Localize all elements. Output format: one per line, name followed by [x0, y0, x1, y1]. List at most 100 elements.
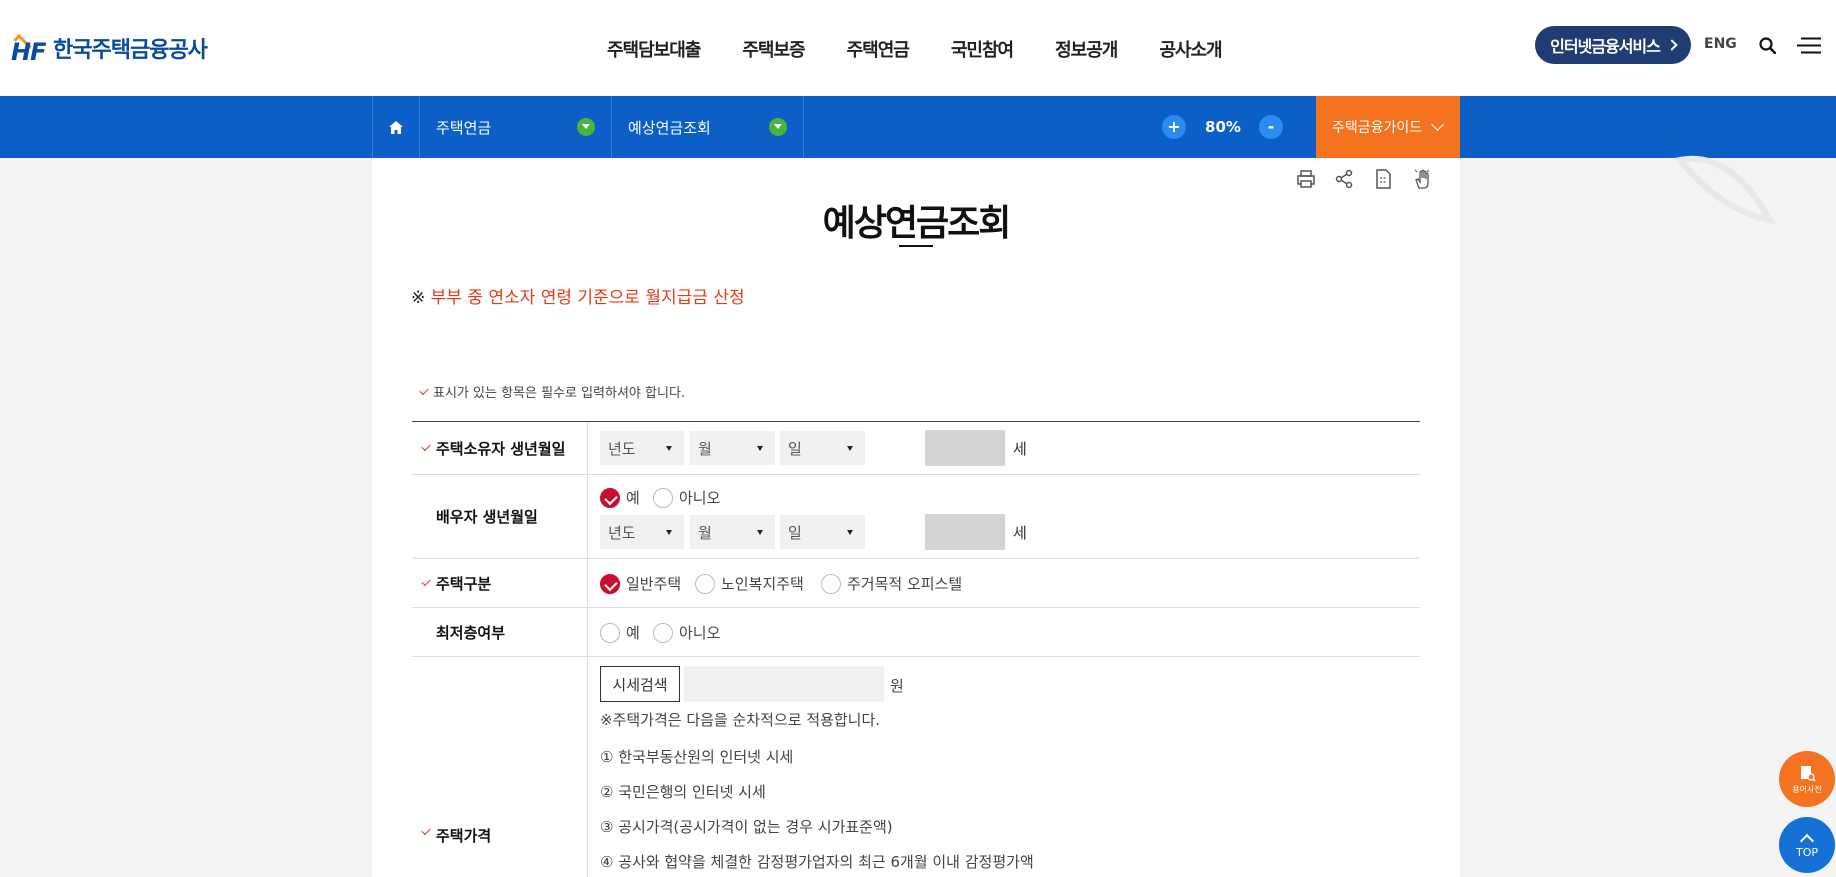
- depth1-label: 주택연금: [436, 118, 492, 137]
- internet-banking-label: 인터넷금융서비스: [1550, 37, 1661, 56]
- home-icon: [389, 120, 403, 134]
- chevron-right-icon: [1666, 39, 1678, 51]
- spouse-birth-year-select[interactable]: 년도: [600, 515, 684, 549]
- required-note-text: 표시가 있는 항목은 필수로 입력하셔야 합니다.: [433, 386, 686, 401]
- spouse-age-unit: 세: [1013, 524, 1027, 542]
- price-rule-2: ② 국민은행의 인터넷 시세: [600, 783, 766, 801]
- notice-symbol: ※: [411, 288, 431, 308]
- radio-unchecked-icon: [600, 622, 620, 643]
- share-icon[interactable]: [1333, 168, 1355, 190]
- spouse-yes-label: 예: [626, 489, 640, 507]
- home-button[interactable]: [372, 96, 420, 158]
- required-check-icon: [419, 385, 429, 395]
- nav-item-disclosure[interactable]: 정보공개: [1055, 36, 1118, 62]
- internet-banking-button[interactable]: 인터넷금융서비스: [1535, 26, 1691, 64]
- house-type-label-text: 주택구분: [436, 574, 492, 593]
- nav-item-pension[interactable]: 주택연금: [847, 36, 910, 62]
- lowest-floor-no-radio[interactable]: 아니오: [653, 622, 720, 643]
- house-price-label: 주택가격: [412, 657, 588, 877]
- price-rule-1: ① 한국부동산원의 인터넷 시세: [600, 748, 794, 766]
- lowest-floor-no-label: 아니오: [679, 624, 721, 642]
- price-rule-3: ③ 공시가격(공시가격이 없는 경우 시가표준액): [600, 818, 893, 836]
- nav-item-guarantee[interactable]: 주택보증: [742, 36, 805, 62]
- spouse-birth-day-select[interactable]: 일: [780, 515, 865, 549]
- scroll-top-button[interactable]: TOP: [1779, 817, 1835, 873]
- glossary-label: 용어사전: [1792, 784, 1822, 794]
- chevron-down-icon: [1431, 118, 1444, 131]
- row-lowest-floor: 최저층여부 예 아니오: [412, 608, 1420, 657]
- guide-label: 주택금융가이드: [1332, 120, 1423, 136]
- price-note: ※주택가격은 다음을 순차적으로 적용합니다.: [600, 711, 881, 729]
- price-rule-4: ④ 공사와 협약을 체결한 감정평가업자의 최근 6개월 이내 감정평가액: [600, 853, 1034, 871]
- owner-birth-day-select[interactable]: 일: [780, 431, 865, 465]
- required-check-icon: [421, 825, 431, 836]
- housing-finance-guide-button[interactable]: 주택금융가이드: [1316, 96, 1460, 158]
- radio-checked-icon: [600, 487, 620, 508]
- house-type-elderly-radio[interactable]: 노인복지주택: [695, 573, 804, 594]
- title-underline: [899, 245, 933, 247]
- spouse-birth-label-text: 배우자 생년월일: [436, 508, 538, 526]
- site-logo[interactable]: HF 한국주택금융공사: [11, 32, 208, 66]
- house-price-label-text: 주택가격: [436, 827, 492, 845]
- house-type-general-radio[interactable]: 일반주택: [600, 573, 681, 594]
- owner-birth-year-select[interactable]: 년도: [600, 431, 684, 465]
- owner-age-unit: 세: [1013, 440, 1027, 458]
- nav-item-participation[interactable]: 국민참여: [951, 36, 1014, 62]
- depth2-label: 예상연금조회: [628, 118, 711, 137]
- spouse-birth-month-select[interactable]: 월: [690, 515, 775, 549]
- house-type-officetel-label: 주거목적 오피스텔: [847, 575, 963, 593]
- depth1-select[interactable]: 주택연금: [420, 96, 612, 158]
- nav-item-about[interactable]: 공사소개: [1159, 36, 1222, 62]
- lowest-floor-yes-radio[interactable]: 예: [600, 622, 640, 643]
- document-download-icon[interactable]: [1372, 168, 1394, 190]
- house-type-general-label: 일반주택: [626, 575, 682, 593]
- radio-checked-icon: [600, 573, 620, 594]
- zoom-level: 80%: [1205, 118, 1241, 136]
- house-price-input[interactable]: [684, 666, 884, 702]
- row-owner-birth: 주택소유자 생년월일 년도 월 일 세: [412, 422, 1420, 475]
- price-search-button[interactable]: 시세검색: [600, 666, 680, 702]
- price-unit: 원: [890, 677, 904, 695]
- nav-item-mortgage[interactable]: 주택담보대출: [607, 36, 701, 62]
- owner-age-output: [925, 430, 1005, 466]
- hf-logo-icon: HF: [11, 34, 46, 66]
- dropdown-icon: [769, 118, 787, 136]
- lowest-floor-label-text: 최저층여부: [436, 623, 506, 642]
- house-type-elderly-label: 노인복지주택: [721, 575, 804, 593]
- main-nav: 주택담보대출 주택보증 주택연금 국민참여 정보공개 공사소개: [607, 36, 1223, 62]
- hamburger-menu-icon[interactable]: [1797, 37, 1821, 54]
- row-spouse-birth: 배우자 생년월일 예 아니오 년도 월 일 세: [412, 475, 1420, 559]
- radio-unchecked-icon: [653, 487, 673, 508]
- page-title: 예상연금조회: [822, 203, 1012, 244]
- dropdown-icon: [577, 118, 595, 136]
- pension-form-table: 주택소유자 생년월일 년도 월 일 세 배우자 생년월일 예 아니오 년도 월 …: [412, 421, 1420, 877]
- spouse-age-output: [925, 514, 1005, 550]
- owner-birth-month-select[interactable]: 월: [690, 431, 775, 465]
- english-link[interactable]: ENG: [1704, 36, 1737, 52]
- depth2-select[interactable]: 예상연금조회: [612, 96, 804, 158]
- search-icon[interactable]: [1759, 37, 1776, 54]
- required-check-icon: [421, 576, 431, 587]
- touch-hand-icon[interactable]: [1411, 168, 1433, 190]
- glossary-button[interactable]: 용어사전: [1779, 751, 1835, 807]
- house-type-label: 주택구분: [412, 559, 588, 607]
- row-house-price: 주택가격 시세검색 원 ※주택가격은 다음을 순차적으로 적용합니다. ① 한국…: [412, 657, 1420, 877]
- house-type-officetel-radio[interactable]: 주거목적 오피스텔: [821, 573, 962, 594]
- logo-text: 한국주택금융공사: [53, 38, 208, 63]
- zoom-in-button[interactable]: +: [1162, 115, 1186, 139]
- radio-unchecked-icon: [821, 573, 841, 594]
- spouse-no-radio[interactable]: 아니오: [653, 487, 720, 508]
- zoom-out-button[interactable]: -: [1259, 115, 1283, 139]
- spouse-yes-radio[interactable]: 예: [600, 487, 640, 508]
- notice-text: ※ 부부 중 연소자 연령 기준으로 월지급금 산정: [411, 283, 745, 308]
- lowest-floor-yes-label: 예: [626, 624, 640, 642]
- radio-unchecked-icon: [695, 573, 715, 594]
- owner-birth-label-text: 주택소유자 생년월일: [436, 439, 566, 458]
- required-check-icon: [421, 441, 431, 452]
- radio-unchecked-icon: [653, 622, 673, 643]
- print-icon[interactable]: [1295, 168, 1317, 190]
- glossary-book-icon: [1801, 765, 1816, 782]
- decorative-leaf: [1674, 155, 1776, 225]
- spouse-no-label: 아니오: [679, 489, 721, 507]
- required-note: 표시가 있는 항목은 필수로 입력하셔야 합니다.: [419, 382, 686, 401]
